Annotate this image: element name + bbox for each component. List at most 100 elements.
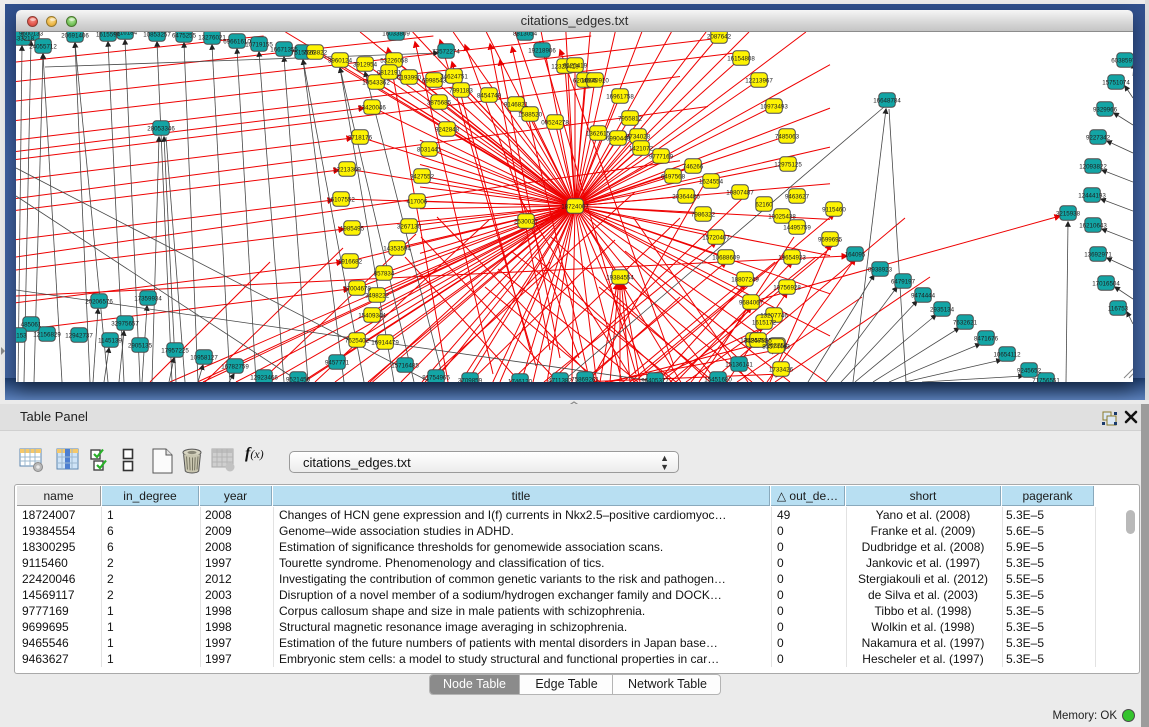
svg-text:19654923: 19654923: [778, 254, 806, 261]
svg-text:1916682: 1916682: [338, 258, 363, 265]
svg-text:9600133: 9600133: [19, 32, 44, 37]
svg-text:6475255: 6475255: [172, 32, 197, 39]
svg-text:13207746: 13207746: [760, 312, 788, 319]
svg-text:9115460: 9115460: [822, 206, 846, 213]
svg-text:9777169: 9777169: [649, 153, 674, 160]
svg-text:8938923: 8938923: [868, 266, 893, 273]
svg-text:417006: 417006: [407, 198, 428, 205]
svg-text:71756551: 71756551: [1032, 377, 1060, 382]
svg-text:20364486: 20364486: [672, 193, 700, 200]
svg-text:15409344: 15409344: [358, 312, 386, 319]
svg-text:12156829: 12156829: [33, 331, 61, 338]
svg-text:2935134: 2935134: [930, 306, 955, 313]
svg-text:1615172: 1615172: [752, 319, 777, 326]
svg-text:81754965: 81754965: [422, 374, 450, 381]
svg-text:10654112: 10654112: [993, 351, 1021, 358]
svg-text:13276021: 13276021: [198, 34, 226, 41]
svg-text:18724007: 18724007: [561, 203, 589, 210]
svg-text:10719155: 10719155: [245, 41, 273, 48]
svg-text:485061: 485061: [21, 321, 42, 328]
svg-text:8813054: 8813054: [513, 32, 538, 37]
svg-text:8454749: 8454749: [477, 92, 502, 99]
svg-text:23420046: 23420046: [358, 104, 386, 111]
svg-text:15716485: 15716485: [391, 362, 419, 369]
svg-text:62160: 62160: [755, 201, 773, 208]
svg-text:9457771: 9457771: [325, 359, 350, 366]
svg-text:20206576: 20206576: [85, 298, 113, 305]
svg-text:9699695: 9699695: [818, 236, 843, 243]
svg-text:7816184: 7816184: [113, 32, 138, 36]
svg-text:10958127: 10958127: [190, 354, 218, 361]
svg-text:9734028: 9734028: [626, 133, 651, 140]
svg-text:16961758: 16961758: [606, 93, 634, 100]
svg-text:16640910: 16640910: [581, 77, 609, 84]
svg-text:10807487: 10807487: [726, 189, 754, 196]
svg-text:9474444: 9474444: [911, 292, 936, 299]
svg-text:116753: 116753: [1108, 305, 1129, 312]
svg-text:7632621: 7632621: [953, 319, 978, 326]
svg-text:164095: 164095: [845, 251, 866, 258]
svg-text:12975125: 12975125: [774, 161, 802, 168]
svg-text:2530027: 2530027: [514, 218, 539, 225]
svg-text:9427552: 9427552: [410, 173, 435, 180]
svg-text:75869261: 75869261: [571, 376, 599, 382]
svg-text:10025438: 10025438: [768, 213, 796, 220]
svg-text:10543362: 10543362: [362, 79, 390, 86]
svg-text:16107552: 16107552: [327, 196, 355, 203]
svg-text:4711382: 4711382: [548, 377, 572, 382]
svg-text:32975657: 32975657: [111, 320, 139, 327]
svg-text:00524278: 00524278: [541, 119, 569, 126]
svg-text:85574443: 85574443: [762, 343, 790, 350]
svg-text:10688609: 10688609: [712, 254, 740, 261]
svg-text:2087642: 2087642: [707, 33, 732, 40]
svg-text:16154808: 16154808: [727, 55, 755, 62]
svg-text:9227342: 9227342: [1086, 134, 1111, 141]
svg-text:7955812: 7955812: [618, 115, 643, 122]
svg-text:1145139: 1145139: [98, 337, 122, 344]
svg-text:53226058: 53226058: [380, 57, 408, 64]
svg-text:9684067: 9684067: [739, 299, 764, 306]
svg-text:28053346: 28053346: [147, 125, 175, 132]
svg-text:9463627: 9463627: [785, 193, 810, 200]
svg-text:9146821: 9146821: [504, 101, 529, 108]
svg-text:17016504: 17016504: [1092, 280, 1120, 287]
svg-text:12213369: 12213369: [333, 166, 361, 173]
svg-text:16648784: 16648784: [873, 97, 901, 104]
svg-text:15751074: 15751074: [1102, 79, 1130, 86]
svg-text:3875685: 3875685: [427, 99, 452, 106]
svg-text:1588520: 1588520: [518, 111, 543, 118]
svg-text:10973493: 10973493: [760, 103, 788, 110]
svg-text:17957225: 17957225: [161, 347, 189, 354]
svg-text:18807249: 18807249: [731, 276, 759, 283]
svg-text:2905135: 2905135: [128, 342, 153, 349]
svg-text:857834: 857834: [374, 270, 395, 277]
svg-text:3912954: 3912954: [353, 61, 378, 68]
svg-text:12213967: 12213967: [745, 77, 773, 84]
svg-text:12923466: 12923466: [250, 374, 278, 381]
svg-text:24055712: 24055712: [29, 43, 57, 50]
svg-text:19384554: 19384554: [606, 274, 634, 281]
svg-text:9329966: 9329966: [1093, 106, 1118, 113]
svg-text:7991183: 7991183: [449, 87, 473, 94]
svg-text:9245652: 9245652: [1017, 367, 1042, 374]
svg-text:3498222: 3498222: [365, 292, 390, 299]
svg-text:16914479: 16914479: [371, 339, 399, 346]
svg-text:3709859: 3709859: [458, 377, 483, 382]
svg-text:16210643: 16210643: [1079, 222, 1107, 229]
svg-text:1985495: 1985495: [340, 225, 365, 232]
svg-text:9521456: 9521456: [286, 376, 311, 382]
svg-text:12942737: 12942737: [65, 332, 93, 339]
svg-text:13692971: 13692971: [1084, 251, 1112, 258]
svg-text:746266: 746266: [683, 163, 704, 170]
svg-text:6479197: 6479197: [891, 278, 916, 285]
svg-text:6497568: 6497568: [661, 173, 686, 180]
svg-text:3267130: 3267130: [397, 223, 422, 230]
svg-text:7485063: 7485063: [775, 133, 800, 140]
svg-text:7986322: 7986322: [691, 211, 716, 218]
svg-text:9242848: 9242848: [435, 126, 460, 133]
svg-text:17359934: 17359934: [134, 295, 162, 302]
svg-text:10756928: 10756928: [773, 284, 801, 291]
svg-text:2718176: 2718176: [348, 134, 373, 141]
svg-text:1421072: 1421072: [629, 145, 654, 152]
svg-text:34624751: 34624751: [440, 73, 468, 80]
